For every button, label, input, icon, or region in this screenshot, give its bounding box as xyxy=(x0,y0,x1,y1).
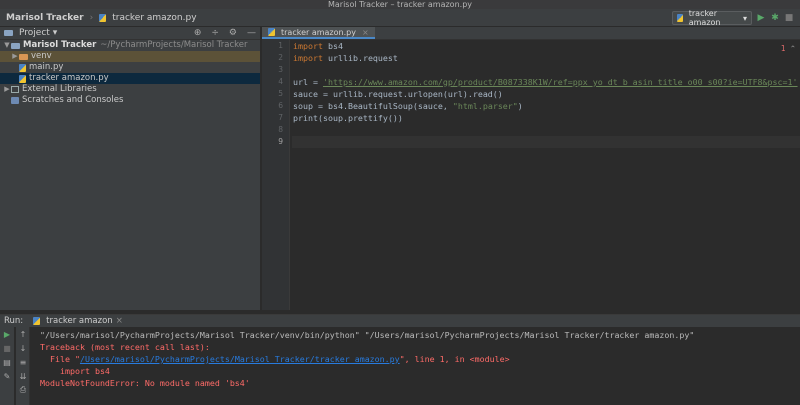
window-title: Marisol Tracker – tracker amazon.py xyxy=(0,0,800,9)
scroll-to-end-icon[interactable]: ⇊ xyxy=(16,369,30,383)
tree-item-label: Scratches and Consoles xyxy=(22,95,124,105)
tree-item-label: main.py xyxy=(29,62,64,72)
scratches-icon xyxy=(11,97,19,104)
print-icon[interactable]: ⎙ xyxy=(16,383,30,397)
code-line[interactable]: sauce = urllib.request.urlopen(url).read… xyxy=(292,88,800,100)
arrow-up-icon[interactable]: ↑ xyxy=(16,327,30,341)
console-file-link[interactable]: /Users/marisol/PycharmProjects/Marisol T… xyxy=(80,354,400,364)
arrow-down-icon[interactable]: ↓ xyxy=(16,341,30,355)
chevron-right-icon[interactable]: ▶ xyxy=(3,84,11,95)
url-string[interactable]: 'https://www.amazon.com/gp/product/B0873… xyxy=(323,77,798,87)
code-area[interactable]: import bs4 import urllib.request url = '… xyxy=(292,40,800,148)
run-icon[interactable]: ▶ xyxy=(756,12,766,24)
debug-icon[interactable]: ✱ xyxy=(770,12,780,24)
layout-icon[interactable]: ▤ xyxy=(0,355,14,369)
console-file-line: File "/Users/marisol/PycharmProjects/Mar… xyxy=(40,354,510,364)
code-line-current[interactable] xyxy=(292,136,800,148)
project-view-select[interactable]: Project ▾ xyxy=(4,28,57,38)
folder-icon xyxy=(19,53,28,60)
run-toolbar-right: ↑ ↓ ≡ ⇊ ⎙ xyxy=(16,327,30,405)
line-number: 3 xyxy=(278,65,283,74)
stop-icon[interactable]: ■ xyxy=(784,12,794,24)
line-number: 6 xyxy=(278,101,283,110)
collapse-icon[interactable]: ÷ xyxy=(211,28,219,38)
python-file-icon xyxy=(19,63,26,72)
rerun-icon[interactable]: ▶ xyxy=(0,327,14,341)
locate-icon[interactable]: ⊕ xyxy=(194,28,202,38)
run-configuration-label: tracker amazon xyxy=(688,9,721,27)
tree-root[interactable]: ▼ Marisol Tracker ~/PycharmProjects/Mari… xyxy=(0,40,260,51)
editor-tab-tracker[interactable]: tracker amazon.py × xyxy=(262,27,375,39)
chevron-down-icon: ▾ xyxy=(52,28,58,38)
line-number: 7 xyxy=(278,113,283,122)
root-name: Marisol Tracker xyxy=(23,40,97,50)
chevron-down-icon: ▾ xyxy=(742,13,747,23)
code-line[interactable] xyxy=(292,124,800,136)
root-path: ~/PycharmProjects/Marisol Tracker xyxy=(100,40,248,50)
project-panel-title: Project xyxy=(19,28,50,38)
pin-icon[interactable]: ✎ xyxy=(0,369,14,383)
tree-item-tracker[interactable]: tracker amazon.py xyxy=(0,73,260,84)
hide-icon[interactable]: — xyxy=(247,28,256,38)
console-output[interactable]: "/Users/marisol/PycharmProjects/Marisol … xyxy=(40,329,795,389)
line-number: 8 xyxy=(278,125,283,134)
project-panel-header: Project ▾ ⊕ ÷ ⚙ — xyxy=(0,27,260,40)
console-error: ModuleNotFoundError: No module named 'bs… xyxy=(40,378,250,388)
run-toolbar-left: ▶ ■ ▤ ✎ xyxy=(0,327,14,405)
navigation-bar: Marisol Tracker › tracker amazon.py trac… xyxy=(0,9,800,27)
folder-icon xyxy=(4,30,13,36)
line-number: 1 xyxy=(278,41,283,50)
chevron-down-icon[interactable]: ▼ xyxy=(3,40,11,51)
run-tool-window: Run: tracker amazon × ▶ ■ ▤ ✎ ↑ ↓ ≡ ⇊ ⎙ … xyxy=(0,314,800,405)
line-number: 4 xyxy=(278,77,283,86)
close-icon[interactable]: × xyxy=(362,28,369,37)
project-tool-window: Project ▾ ⊕ ÷ ⚙ — ▼ Marisol Tracker ~/Py… xyxy=(0,27,261,310)
run-panel-header: Run: tracker amazon × xyxy=(0,315,800,327)
tree-item-main[interactable]: main.py xyxy=(0,62,260,73)
tree-item-label: tracker amazon.py xyxy=(29,73,109,83)
breadcrumb-project[interactable]: Marisol Tracker xyxy=(0,13,90,23)
code-line[interactable] xyxy=(292,64,800,76)
python-file-icon xyxy=(268,28,275,36)
tree-item-venv[interactable]: ▶ venv xyxy=(0,51,260,62)
editor-tab-label: tracker amazon.py xyxy=(281,27,356,37)
console-import-line: import bs4 xyxy=(40,366,110,376)
editor-tab-bar: tracker amazon.py × xyxy=(262,27,800,40)
tree-item-scratches[interactable]: Scratches and Consoles xyxy=(0,95,260,106)
code-line[interactable]: url = 'https://www.amazon.com/gp/product… xyxy=(292,76,800,88)
code-line[interactable]: print(soup.prettify()) xyxy=(292,112,800,124)
breadcrumb-file[interactable]: tracker amazon.py xyxy=(93,13,202,23)
run-configuration-select[interactable]: tracker amazon ▾ xyxy=(672,9,752,27)
python-file-icon xyxy=(677,14,683,22)
run-label: Run: xyxy=(4,316,24,326)
breadcrumb-file-label: tracker amazon.py xyxy=(112,12,197,23)
tree-item-label: External Libraries xyxy=(22,84,97,94)
tree-item-label: venv xyxy=(31,51,52,61)
folder-icon xyxy=(11,42,20,49)
line-number: 2 xyxy=(278,53,283,62)
python-file-icon xyxy=(19,74,26,83)
run-tab-label: tracker amazon xyxy=(46,316,113,326)
line-number: 9 xyxy=(278,137,283,146)
line-number: 5 xyxy=(278,89,283,98)
line-gutter: 1 2 3 4 5 6 7 8 9 xyxy=(262,40,290,310)
library-icon xyxy=(11,86,19,93)
code-line[interactable]: soup = bs4.BeautifulSoup(sauce, "html.pa… xyxy=(292,100,800,112)
code-line[interactable]: import bs4 xyxy=(292,40,800,52)
code-line[interactable]: import urllib.request xyxy=(292,52,800,64)
tree-item-external-libraries[interactable]: ▶ External Libraries xyxy=(0,84,260,95)
soft-wrap-icon[interactable]: ≡ xyxy=(16,355,30,369)
python-file-icon xyxy=(99,13,107,22)
python-file-icon xyxy=(33,317,41,325)
chevron-right-icon[interactable]: ▶ xyxy=(11,51,19,62)
run-tab[interactable]: tracker amazon × xyxy=(33,316,123,326)
console-command: "/Users/marisol/PycharmProjects/Marisol … xyxy=(40,330,695,340)
editor: tracker amazon.py × 1 ⌃ 1 2 3 4 5 6 7 8 … xyxy=(262,27,800,310)
console-traceback: Traceback (most recent call last): xyxy=(40,342,210,352)
gear-icon[interactable]: ⚙ xyxy=(229,28,237,38)
stop-icon[interactable]: ■ xyxy=(0,341,14,355)
close-icon[interactable]: × xyxy=(116,316,123,326)
